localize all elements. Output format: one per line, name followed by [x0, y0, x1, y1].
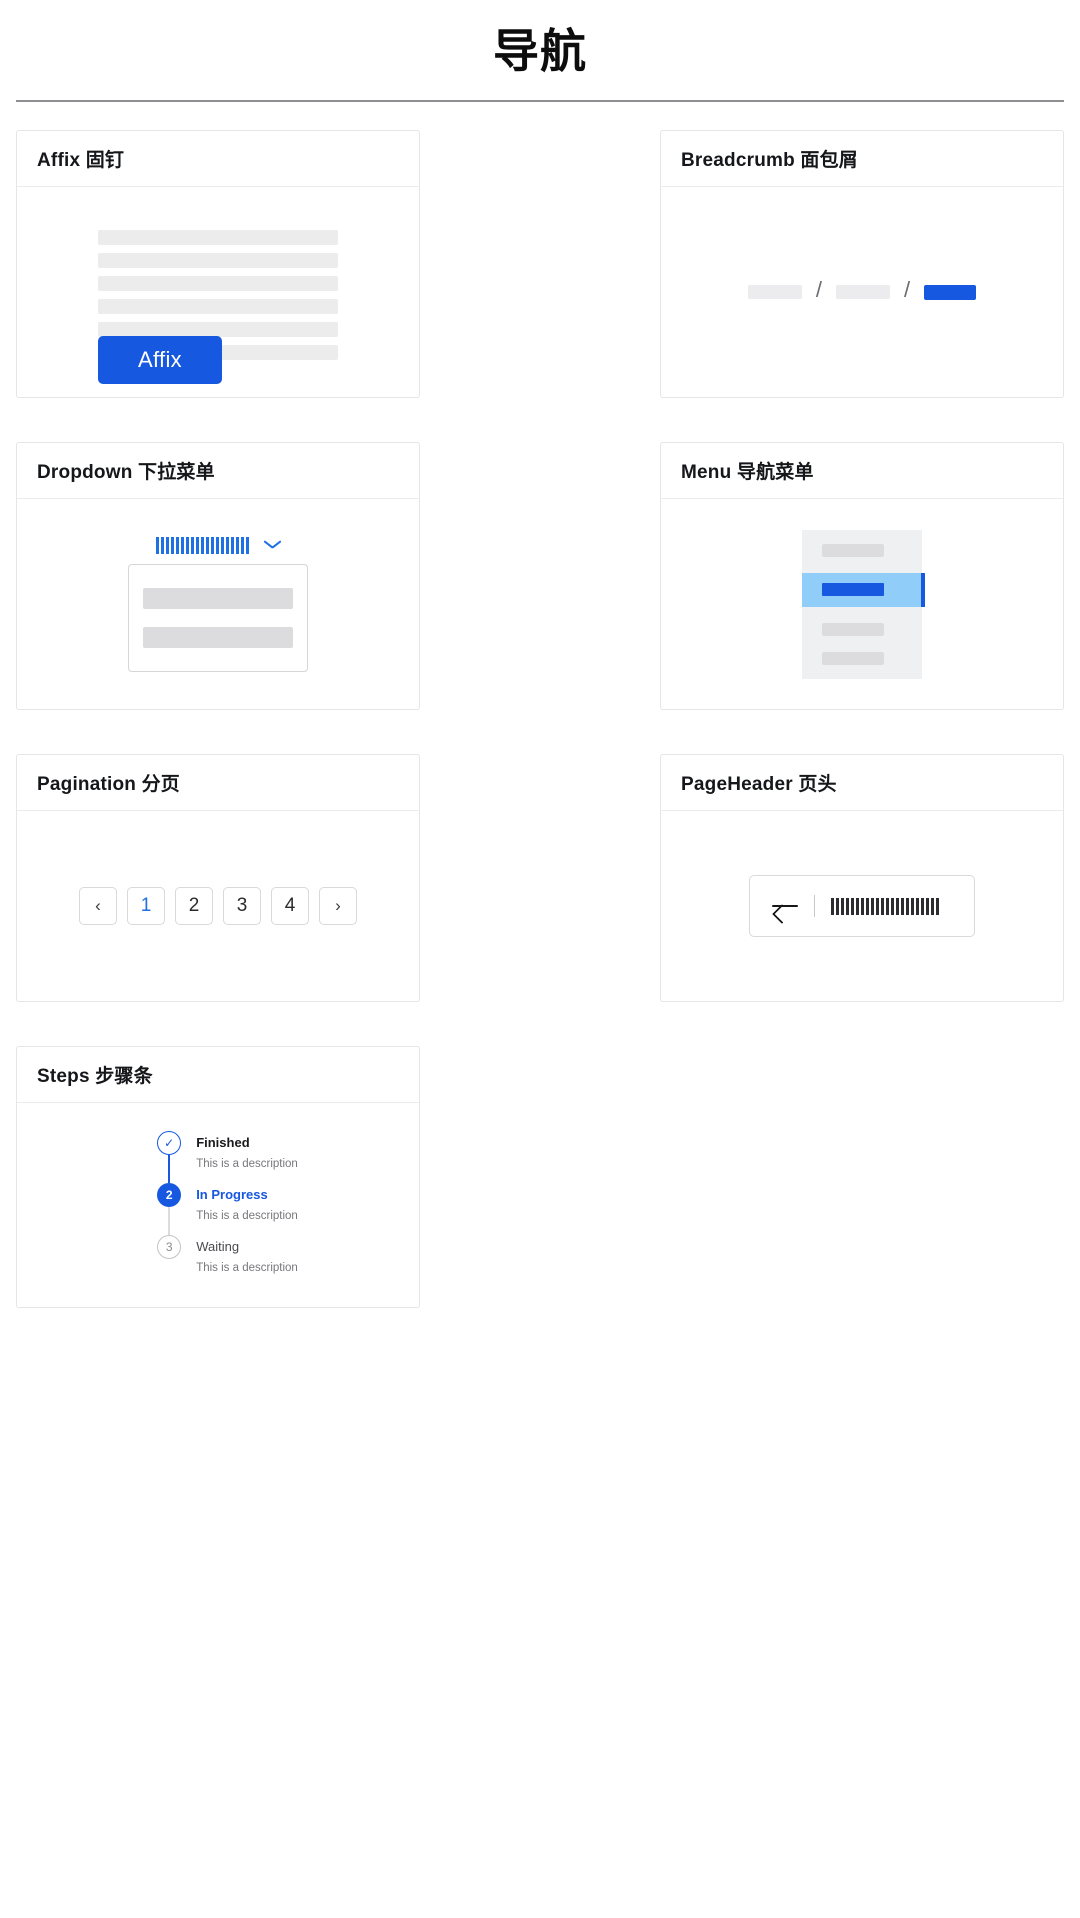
- step-description: This is a description: [196, 1261, 298, 1274]
- skeleton-line: [98, 276, 338, 291]
- step-rail: 2: [156, 1182, 182, 1235]
- dropdown-menu-item[interactable]: [143, 626, 293, 648]
- card-steps-title: Steps 步骤条: [17, 1047, 419, 1103]
- step-title: Finished: [196, 1134, 250, 1150]
- step-rail: 3: [156, 1234, 182, 1286]
- card-affix: Affix 固钉 Affix: [16, 130, 420, 398]
- card-menu-body: [661, 499, 1063, 709]
- step-rail: ✓: [156, 1130, 182, 1183]
- step-title: Waiting: [196, 1238, 240, 1254]
- card-pagination: Pagination 分页 ‹ 1 2 3 4 ›: [16, 754, 420, 1002]
- card-steps-body: ✓ Finished This is a description 2 In Pr…: [17, 1103, 419, 1307]
- card-steps: Steps 步骤条 ✓ Finished This is a descripti…: [16, 1046, 420, 1308]
- breadcrumb-item-current: [924, 284, 977, 300]
- card-pageheader-title: PageHeader 页头: [661, 755, 1063, 811]
- card-grid-row-4: Steps 步骤条 ✓ Finished This is a descripti…: [16, 1046, 1064, 1308]
- menu-item[interactable]: [822, 543, 884, 557]
- menu-demo: [802, 529, 925, 679]
- step-text: Waiting This is a description: [196, 1235, 298, 1286]
- steps: ✓ Finished This is a description 2 In Pr…: [156, 1130, 298, 1286]
- step-text: Finished This is a description: [196, 1131, 298, 1183]
- card-pagination-body: ‹ 1 2 3 4 ›: [17, 811, 419, 1001]
- skeleton-line: [98, 230, 338, 245]
- pagination-prev-button[interactable]: ‹: [79, 887, 117, 925]
- card-breadcrumb-title: Breadcrumb 面包屑: [661, 131, 1063, 187]
- pageheader-divider: [814, 895, 815, 917]
- breadcrumb-item[interactable]: [836, 285, 890, 299]
- step-connector: [168, 1206, 171, 1235]
- step-indicator-number: 2: [157, 1182, 182, 1207]
- card-menu-title: Menu 导航菜单: [661, 443, 1063, 499]
- step-item-current[interactable]: 2 In Progress This is a description: [156, 1182, 298, 1235]
- empty-grid-cell: [660, 1046, 1064, 1308]
- card-breadcrumb: Breadcrumb 面包屑 / /: [660, 130, 1064, 398]
- card-menu: Menu 导航菜单: [660, 442, 1064, 710]
- affix-button[interactable]: Affix: [98, 336, 222, 384]
- card-grid-row-3: Pagination 分页 ‹ 1 2 3 4 › PageHeader 页头: [16, 754, 1064, 1002]
- menu-item[interactable]: [822, 622, 884, 636]
- affix-demo: Affix: [98, 230, 338, 384]
- dropdown-trigger-label: [155, 536, 250, 554]
- step-text: In Progress This is a description: [196, 1183, 298, 1235]
- menu-item-selected-label: [822, 583, 884, 596]
- step-item-finished[interactable]: ✓ Finished This is a description: [156, 1130, 298, 1183]
- card-grid-row-1: Affix 固钉 Affix Breadcrumb 面包屑 / /: [16, 130, 1064, 398]
- pagination-next-button[interactable]: ›: [319, 887, 357, 925]
- pagination-page-1[interactable]: 1: [127, 887, 165, 925]
- pagination-page-3[interactable]: 3: [223, 887, 261, 925]
- dropdown-menu-panel: [128, 563, 308, 672]
- step-indicator-number: 3: [157, 1234, 182, 1259]
- menu-item[interactable]: [822, 651, 884, 665]
- chevron-down-icon: [264, 540, 281, 550]
- card-pageheader-body: [661, 811, 1063, 1001]
- menu-item-selected-indicator: [921, 572, 925, 607]
- page-title: 导航: [493, 25, 587, 77]
- skeleton-line: [98, 253, 338, 268]
- skeleton-line: [98, 299, 338, 314]
- step-indicator-check-icon: ✓: [157, 1130, 182, 1155]
- dropdown-demo: [17, 536, 419, 672]
- card-dropdown: Dropdown 下拉菜单: [16, 442, 420, 710]
- card-pagination-title: Pagination 分页: [17, 755, 419, 811]
- breadcrumb-item[interactable]: [747, 285, 802, 299]
- pageheader-title-placeholder: [831, 897, 939, 915]
- card-dropdown-title: Dropdown 下拉菜单: [17, 443, 419, 499]
- breadcrumb: / /: [747, 277, 977, 303]
- card-grid-row-2: Dropdown 下拉菜单 Menu 导航菜单: [16, 442, 1064, 710]
- arrow-left-icon[interactable]: [772, 897, 798, 915]
- breadcrumb-separator: /: [904, 277, 911, 302]
- card-pageheader: PageHeader 页头: [660, 754, 1064, 1002]
- navigation-showcase-page: 导航 Affix 固钉 Affix Breadcrumb 面包屑 / / Dro…: [0, 0, 1080, 1918]
- menu-item-selected[interactable]: [802, 572, 925, 607]
- dropdown-menu-item[interactable]: [143, 587, 293, 609]
- pagination-page-4[interactable]: 4: [271, 887, 309, 925]
- card-affix-body: Affix: [17, 187, 419, 397]
- skeleton-line: [98, 322, 338, 337]
- pageheader-demo: [749, 875, 975, 937]
- pagination: ‹ 1 2 3 4 ›: [79, 887, 357, 925]
- card-breadcrumb-body: / /: [661, 187, 1063, 397]
- card-dropdown-body: [17, 499, 419, 709]
- title-divider: [16, 100, 1064, 102]
- card-affix-title: Affix 固钉: [17, 131, 419, 187]
- breadcrumb-separator: /: [815, 277, 822, 302]
- step-item-waiting[interactable]: 3 Waiting This is a description: [156, 1234, 298, 1286]
- step-description: This is a description: [196, 1209, 298, 1222]
- pagination-page-2[interactable]: 2: [175, 887, 213, 925]
- step-connector: [168, 1154, 171, 1183]
- step-description: This is a description: [196, 1157, 298, 1170]
- dropdown-trigger[interactable]: [155, 536, 281, 554]
- step-title: In Progress: [196, 1186, 268, 1202]
